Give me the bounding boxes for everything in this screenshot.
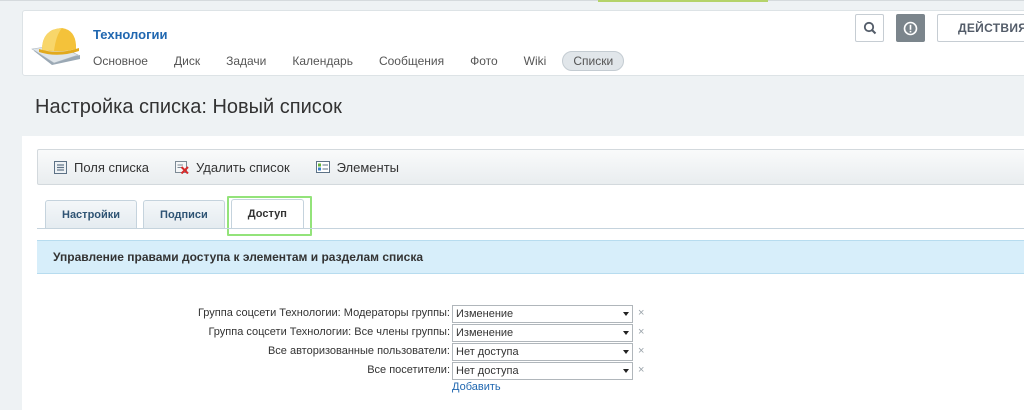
dropdown-arrow-icon	[623, 350, 629, 354]
permission-row: Все посетители: Нет доступа ×	[100, 362, 660, 381]
tab-labels[interactable]: Подписи	[143, 200, 225, 229]
delete-list-icon	[175, 160, 189, 174]
permission-select[interactable]: Изменение	[452, 324, 633, 342]
remove-icon[interactable]: ×	[638, 307, 644, 319]
alert-icon	[903, 21, 918, 35]
permission-select[interactable]: Изменение	[452, 305, 633, 323]
nav-item-disk[interactable]: Диск	[164, 51, 210, 71]
list-fields-button[interactable]: Поля списка	[54, 160, 149, 175]
alert-button[interactable]	[896, 14, 925, 42]
remove-icon[interactable]: ×	[638, 364, 644, 376]
delete-list-button[interactable]: Удалить список	[175, 160, 290, 175]
tab-settings[interactable]: Настройки	[45, 200, 138, 229]
actions-button[interactable]: ДЕЙСТВИЯ	[937, 14, 1024, 42]
tabs-divider	[37, 228, 1024, 229]
dropdown-arrow-icon	[623, 312, 629, 316]
add-permission-link[interactable]: Добавить	[452, 381, 501, 393]
permission-label: Все посетители:	[367, 364, 450, 376]
section-header: Управление правами доступа к элементам и…	[37, 240, 1024, 274]
tab-access-highlight	[227, 196, 312, 236]
permission-row: Группа соцсети Технологии: Модераторы гр…	[100, 305, 660, 324]
permission-value: Изменение	[456, 308, 514, 320]
permission-value: Нет доступа	[456, 365, 519, 377]
list-fields-label: Поля списка	[74, 159, 150, 175]
search-button[interactable]	[855, 14, 884, 42]
elements-button[interactable]: Элементы	[315, 159, 400, 175]
nav-item-photo[interactable]: Фото	[460, 51, 508, 71]
group-nav: Основное Диск Задачи Календарь Сообщения…	[93, 51, 630, 71]
permission-label: Группа соцсети Технологии: Все члены гру…	[208, 326, 450, 338]
top-border	[0, 0, 1024, 1]
search-icon	[863, 21, 876, 35]
permission-value: Нет доступа	[456, 346, 519, 358]
nav-item-messages[interactable]: Сообщения	[369, 51, 454, 71]
group-title[interactable]: Технологии	[93, 27, 167, 42]
list-toolbar: Поля списка Удалить список Элементы	[37, 149, 1024, 185]
permission-select[interactable]: Нет доступа	[452, 362, 633, 380]
delete-list-label: Удалить список	[196, 159, 290, 175]
permission-row: Группа соцсети Технологии: Все члены гру…	[100, 324, 660, 343]
nav-item-tasks[interactable]: Задачи	[216, 51, 276, 71]
elements-icon	[315, 161, 330, 173]
remove-icon[interactable]: ×	[638, 326, 644, 338]
remove-icon[interactable]: ×	[638, 345, 644, 357]
nav-item-main[interactable]: Основное	[93, 51, 158, 71]
dropdown-arrow-icon	[623, 331, 629, 335]
nav-item-lists[interactable]: Списки	[562, 51, 625, 71]
section-title: Управление правами доступа к элементам и…	[53, 250, 424, 264]
list-fields-icon	[54, 160, 67, 174]
permission-label: Все авторизованные пользователи:	[267, 345, 450, 357]
permission-value: Изменение	[456, 327, 514, 339]
dropdown-arrow-icon	[623, 369, 629, 373]
permission-select[interactable]: Нет доступа	[452, 343, 633, 361]
permission-row: Все авторизованные пользователи: Нет дос…	[100, 343, 660, 362]
hardhat-logo-icon	[31, 28, 80, 65]
page-title: Настройка списка: Новый список	[35, 96, 342, 118]
permission-label: Группа соцсети Технологии: Модераторы гр…	[197, 307, 450, 319]
elements-label: Элементы	[336, 159, 400, 175]
top-accent-bar	[598, 0, 768, 2]
nav-item-calendar[interactable]: Календарь	[282, 51, 363, 71]
nav-item-wiki[interactable]: Wiki	[514, 51, 557, 71]
